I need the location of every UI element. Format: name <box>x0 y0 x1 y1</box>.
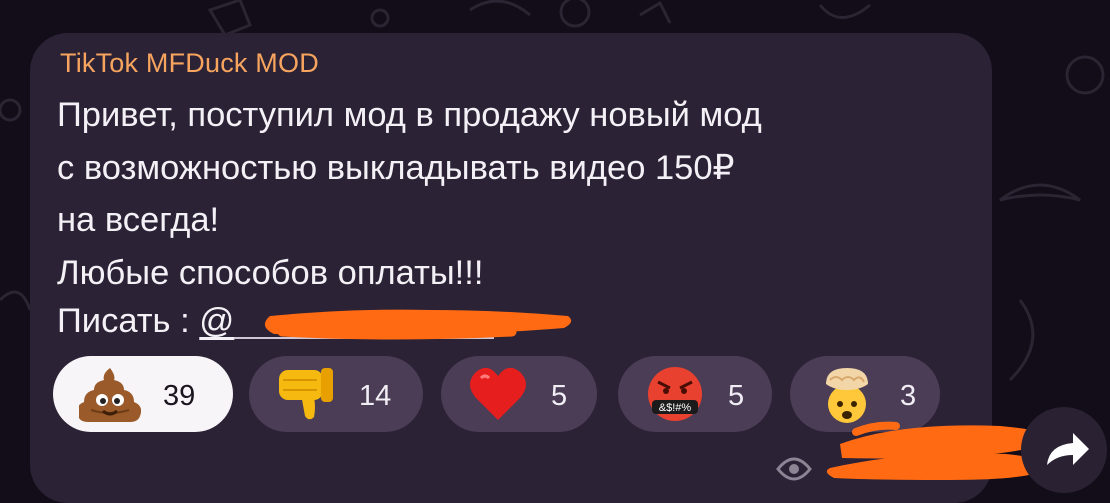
message-text-line-1: Привет, поступил мод в продажу новый мод <box>57 96 762 134</box>
message-text-line-4: Любые способов оплаты!!! <box>57 254 484 292</box>
pile-of-poo-icon <box>79 368 141 422</box>
reaction-poo[interactable]: 39 <box>53 356 233 432</box>
contact-label: Писать : <box>57 302 200 340</box>
exploding-head-icon <box>826 368 868 423</box>
red-heart-icon <box>470 367 526 420</box>
message-text-line-2: с возможностью выкладывать видео 150₽ <box>57 149 735 187</box>
face-with-symbols-on-mouth-icon: &$!#% <box>648 367 702 421</box>
redaction-scribble-mention <box>264 309 572 340</box>
reaction-count: 14 <box>359 380 392 412</box>
reaction-count: 39 <box>163 380 196 412</box>
reaction-count: 5 <box>551 380 568 412</box>
reaction-thumbs-down[interactable]: 14 <box>249 356 423 432</box>
eye-icon <box>776 457 812 481</box>
share-arrow-icon <box>1047 433 1089 465</box>
thumbs-down-icon <box>279 368 333 420</box>
reaction-count: 5 <box>728 380 745 412</box>
reaction-heart[interactable]: 5 <box>441 356 597 432</box>
message-text-line-3: на всегда! <box>57 201 220 239</box>
sender-name[interactable]: TikTok MFDuck MOD <box>60 48 319 79</box>
share-button[interactable] <box>1021 407 1107 493</box>
mention-prefix: @ <box>199 302 235 340</box>
reaction-cursing-face[interactable]: &$!#% 5 <box>618 356 772 432</box>
mouth-symbols: &$!#% <box>659 402 692 414</box>
reaction-count: 3 <box>900 380 917 412</box>
